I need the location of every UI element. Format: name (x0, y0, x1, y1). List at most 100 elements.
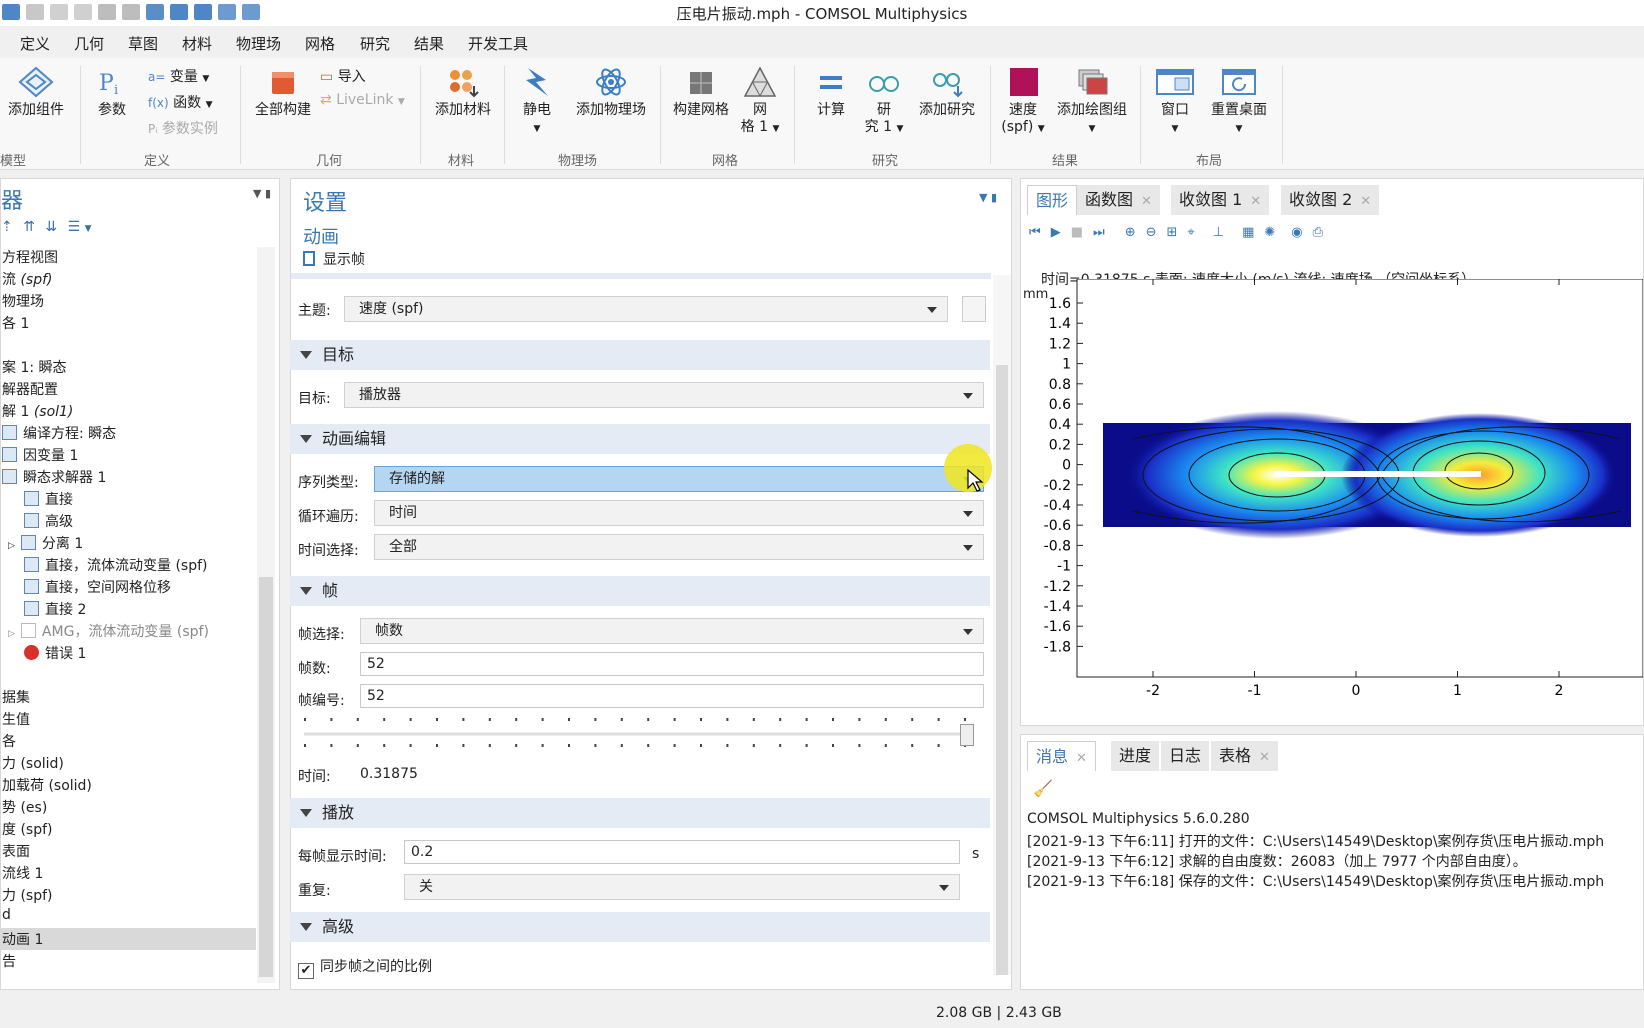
scroll-thumb[interactable] (259, 577, 273, 977)
chevron-right-icon[interactable]: ▷ (8, 541, 15, 551)
zoom-extents-icon[interactable]: ⌖ (1187, 225, 1194, 240)
close-icon[interactable]: ✕ (1141, 194, 1152, 209)
scene-light-icon[interactable]: ✺ (1264, 225, 1275, 240)
tree-item[interactable]: ▷ AMG，流体流动变量 (spf) (8, 621, 209, 641)
section-animation-editing[interactable]: 动画编辑 (290, 424, 990, 454)
tree-scrollbar[interactable] (257, 247, 275, 983)
tree-item[interactable]: ▷ 分离 1 (8, 533, 83, 553)
last-frame-icon[interactable]: ⏭ (1093, 225, 1105, 240)
study1-button[interactable]: 研究 1 ▼ (862, 66, 906, 138)
expand-icon[interactable]: ⇡ (1, 219, 13, 235)
move-down-icon[interactable]: ⇊ (45, 219, 57, 235)
menu-developer[interactable]: 开发工具 (468, 33, 528, 54)
frame-time-field[interactable]: 0.2 (404, 840, 960, 864)
tree-item[interactable]: 物理场 (2, 291, 44, 311)
close-icon[interactable]: ✕ (1360, 194, 1371, 209)
menu-geometry[interactable]: 几何 (74, 33, 104, 54)
tree-item[interactable]: 加载荷 (solid) (2, 775, 92, 795)
frame-count-field[interactable]: 52 (360, 652, 984, 676)
zoom-in-icon[interactable]: ⊕ (1125, 225, 1136, 240)
tab-log[interactable]: 日志 (1161, 741, 1210, 771)
time-selection-select[interactable]: 全部 (374, 534, 984, 560)
loop-select[interactable]: 时间 (374, 500, 984, 526)
tree-item[interactable]: 直接 (24, 489, 73, 509)
sync-scales-checkbox[interactable]: ✔ 同步帧之间的比例 (298, 956, 432, 979)
compute-button[interactable]: 计算 (806, 66, 856, 119)
menu-physics[interactable]: 物理场 (236, 33, 281, 54)
axes-icon[interactable]: ⊥ (1213, 225, 1224, 240)
build-all-button[interactable]: 全部构建 (250, 66, 316, 119)
menu-definitions[interactable]: 定义 (20, 33, 50, 54)
import-button[interactable]: ▭ 导入 (320, 66, 366, 86)
tree-item[interactable]: 度 (spf) (2, 819, 52, 839)
tab-function-plot[interactable]: 函数图 ✕ (1077, 185, 1160, 215)
sequence-type-select[interactable]: 存储的解 (374, 466, 984, 492)
panel-menu-icon[interactable]: ▼ ▮ (253, 187, 271, 200)
tab-messages[interactable]: 消息 ✕ (1027, 741, 1096, 771)
tree-item[interactable]: 表面 (2, 841, 30, 861)
tab-graphics[interactable]: 图形 (1027, 185, 1078, 215)
add-component-button[interactable]: 添加组件 (4, 66, 68, 119)
tree-item[interactable]: d (2, 907, 11, 923)
tree-item[interactable]: 告 (2, 951, 16, 971)
tree-item[interactable]: 直接 2 (24, 599, 86, 619)
subject-select[interactable]: 速度 (spf) (344, 296, 948, 322)
tree-item[interactable]: 力 (solid) (2, 753, 64, 773)
tree-item[interactable]: 生值 (2, 709, 30, 729)
menu-results[interactable]: 结果 (414, 33, 444, 54)
add-material-button[interactable]: 添加材料 (430, 66, 496, 119)
velocity-spf-button[interactable]: 速度 (spf) ▼ (998, 66, 1048, 138)
scroll-thumb[interactable] (996, 365, 1008, 975)
tree-item[interactable]: 各 1 (2, 313, 29, 333)
tree-item[interactable]: 解器配置 (2, 379, 58, 399)
livelink-button[interactable]: ⇄ LiveLink ▼ (320, 92, 405, 108)
tree-item[interactable]: 错误 1 (24, 643, 86, 663)
slider-thumb[interactable] (960, 724, 974, 746)
play-icon[interactable]: ▶ (1051, 225, 1061, 240)
zoom-box-icon[interactable]: ⊞ (1167, 225, 1178, 240)
menu-study[interactable]: 研究 (360, 33, 390, 54)
menu-materials[interactable]: 材料 (182, 33, 212, 54)
windows-button[interactable]: 窗口 ▼ (1150, 66, 1200, 138)
settings-scrollbar[interactable] (993, 275, 1011, 975)
tab-table[interactable]: 表格 ✕ (1211, 741, 1278, 771)
tree-item[interactable]: 高级 (24, 511, 73, 531)
frame-slider[interactable] (300, 714, 980, 754)
functions-button[interactable]: f(x) 函数 ▼ (148, 92, 213, 112)
close-icon[interactable]: ✕ (1259, 750, 1270, 765)
tree-item[interactable]: 瞬态求解器 1 (2, 467, 106, 487)
section-advanced[interactable]: 高级 (290, 912, 990, 942)
menu-mesh[interactable]: 网格 (305, 33, 335, 54)
tree-item[interactable]: 力 (spf) (2, 885, 52, 905)
section-frames[interactable]: 帧 (290, 576, 990, 606)
close-icon[interactable]: ✕ (1076, 751, 1087, 766)
variables-button[interactable]: a= 变量 ▼ (148, 66, 209, 86)
repeat-select[interactable]: 关 (404, 874, 960, 900)
tree-item[interactable]: 因变量 1 (2, 445, 78, 465)
tree-item[interactable]: 势 (es) (2, 797, 47, 817)
move-up-icon[interactable]: ⇈ (23, 219, 35, 235)
build-mesh-button[interactable]: 构建网格 (668, 66, 734, 119)
target-select[interactable]: 播放器 (344, 382, 984, 408)
first-frame-icon[interactable]: ⏮ (1029, 225, 1041, 240)
stop-icon[interactable]: ■ (1071, 225, 1083, 240)
chevron-right-icon[interactable]: ▷ (8, 629, 15, 639)
reset-desktop-button[interactable]: 重置桌面 ▼ (1206, 66, 1272, 138)
tree-item[interactable]: 流 (spf) (2, 269, 53, 289)
close-icon[interactable]: ✕ (1250, 194, 1261, 209)
tree-item[interactable]: 各 (2, 731, 16, 751)
clear-broom-icon[interactable]: 🧹 (1033, 779, 1053, 798)
tree-item-selected[interactable]: 动画 1 (2, 929, 43, 949)
frame-selection-select[interactable]: 帧数 (360, 618, 984, 644)
add-plot-group-button[interactable]: 添加绘图组 ▼ (1054, 66, 1130, 138)
section-target[interactable]: 目标 (290, 340, 990, 370)
tree-item[interactable]: 解 1 (sol1) (2, 401, 73, 421)
tree-item[interactable]: 方程视图 (2, 247, 58, 267)
show-frame-button[interactable]: 显示帧 (303, 249, 365, 269)
tree-item[interactable]: 流线 1 (2, 863, 43, 883)
tree-item[interactable]: 直接，流体流动变量 (spf) (24, 555, 207, 575)
zoom-out-icon[interactable]: ⊖ (1146, 225, 1157, 240)
menu-sketch[interactable]: 草图 (128, 33, 158, 54)
go-to-source-icon[interactable] (962, 296, 986, 322)
grid-icon[interactable]: ▦ (1242, 225, 1254, 240)
